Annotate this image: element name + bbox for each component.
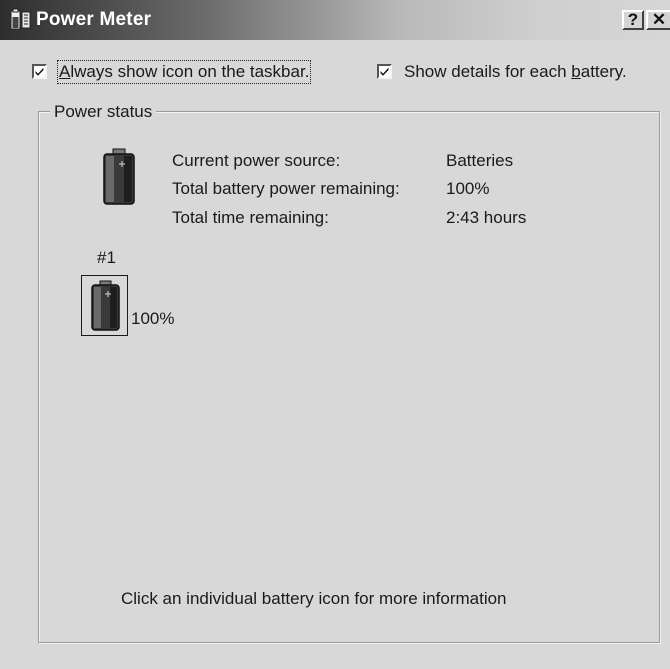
- total-battery-power-label: Total battery power remaining:: [172, 179, 400, 198]
- close-icon: ✕: [651, 10, 667, 29]
- close-button[interactable]: ✕: [646, 10, 670, 30]
- show-details-text-prefix: Show details for each: [404, 62, 572, 81]
- total-battery-power-value: 100%: [446, 179, 490, 198]
- battery-hint-text: Click an individual battery icon for mor…: [121, 589, 507, 608]
- power-meter-window: Power Meter ? ✕ Always show icon on the …: [0, 0, 670, 669]
- show-details-mnemonic: b: [571, 62, 581, 81]
- help-button[interactable]: ?: [622, 10, 644, 30]
- battery-1-button[interactable]: [81, 275, 128, 336]
- checkmark-icon: [380, 67, 389, 76]
- current-power-source-value: Batteries: [446, 151, 514, 170]
- checkmark-icon: [35, 67, 44, 76]
- battery-1-percent: 100%: [131, 309, 175, 328]
- title-bar[interactable]: Power Meter ? ✕: [0, 0, 670, 40]
- always-show-icon-text: lways show icon on the taskbar.: [70, 62, 310, 81]
- power-meter-app-icon: [10, 8, 31, 30]
- total-time-remaining-value: 2:43 hours: [446, 208, 527, 227]
- window-title: Power Meter: [36, 9, 152, 30]
- always-show-icon-checkbox[interactable]: [32, 64, 47, 79]
- battery-number-label: #1: [97, 248, 116, 267]
- show-details-checkbox[interactable]: [377, 64, 392, 79]
- current-power-source-label: Current power source:: [172, 151, 341, 170]
- power-status-group-title: Power status: [50, 102, 157, 122]
- battery-icon: [91, 280, 120, 331]
- total-time-remaining-label: Total time remaining:: [172, 208, 329, 227]
- show-details-text-suffix: attery.: [580, 62, 627, 81]
- always-show-icon-mnemonic: A: [59, 62, 71, 81]
- battery-icon: [103, 148, 135, 205]
- show-details-label[interactable]: Show details for each battery.: [404, 62, 627, 82]
- always-show-icon-label[interactable]: Always show icon on the taskbar.: [56, 60, 312, 84]
- help-button-label: ?: [627, 10, 639, 29]
